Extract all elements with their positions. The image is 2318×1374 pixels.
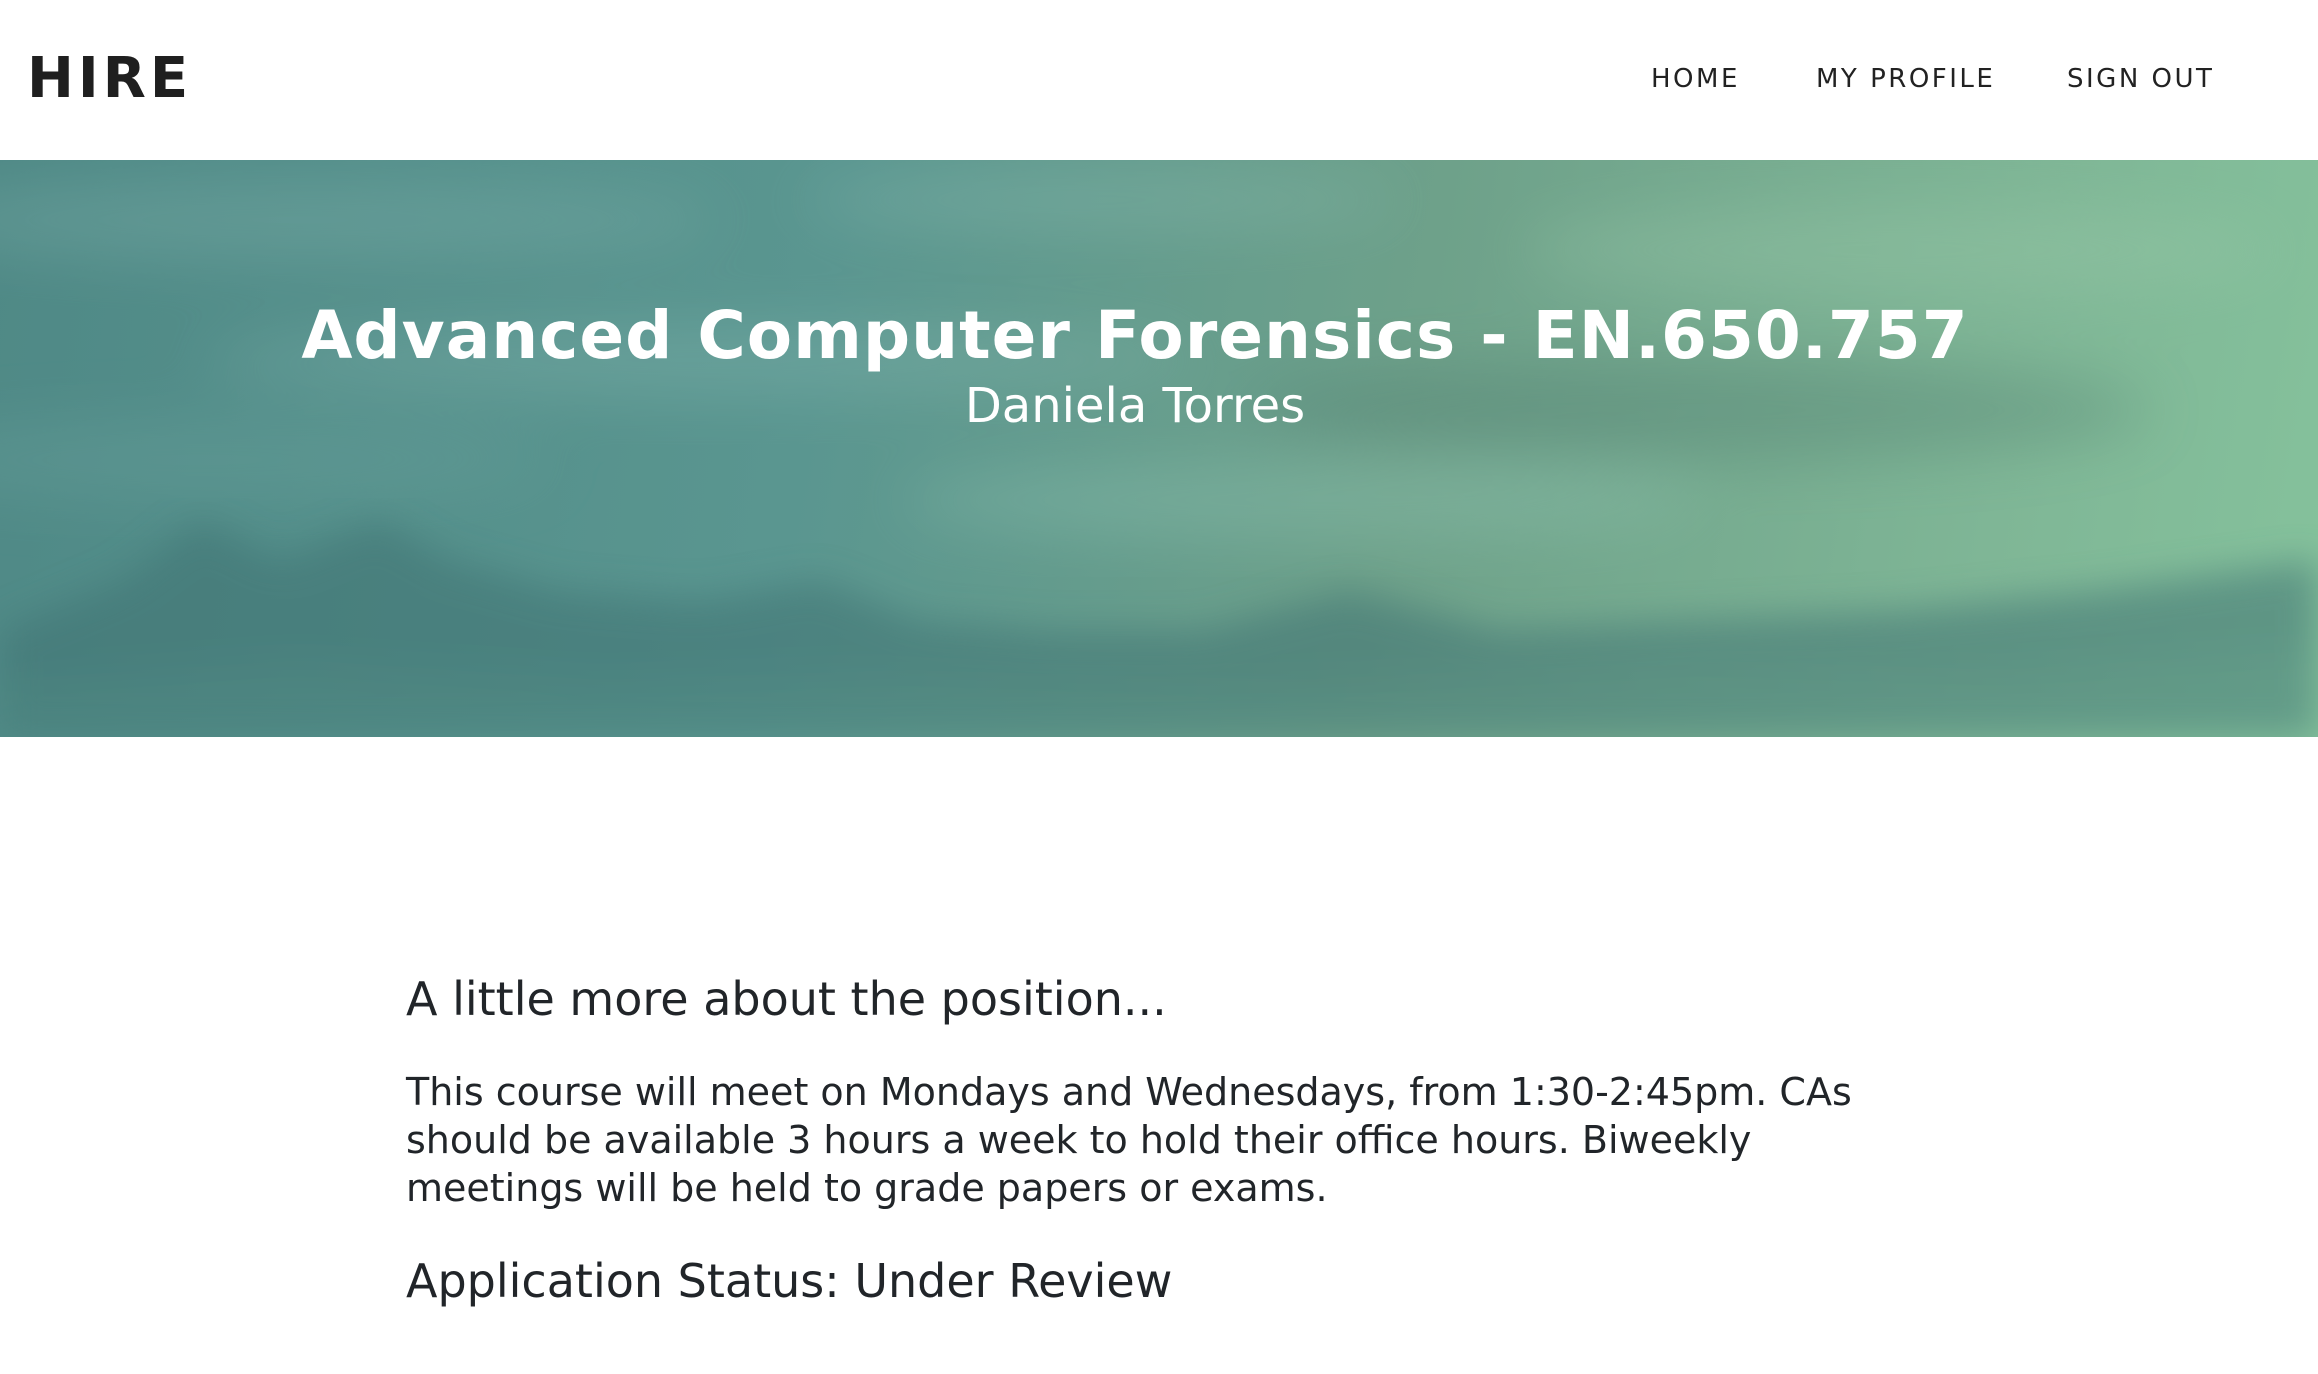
position-description: This course will meet on Mondays and Wed… bbox=[406, 1070, 1852, 1210]
course-title: Advanced Computer Forensics - EN.650.757 bbox=[301, 297, 1969, 375]
background-landscape-image bbox=[0, 170, 2318, 737]
position-heading: A little more about the position... bbox=[406, 972, 1167, 1026]
application-status: Application Status: Under Review bbox=[406, 1254, 1173, 1308]
masthead-banner: Advanced Computer Forensics - EN.650.757… bbox=[0, 160, 2318, 737]
top-navbar: HIRE HOME MY PROFILE SIGN OUT bbox=[0, 0, 2318, 160]
instructor-name: Daniela Torres bbox=[964, 378, 1306, 434]
position-details: A little more about the position... This… bbox=[406, 970, 1866, 1310]
nav-my-profile-link[interactable]: MY PROFILE bbox=[1816, 60, 1995, 98]
nav-links: HOME MY PROFILE SIGN OUT bbox=[0, 60, 2318, 100]
nav-home-link[interactable]: HOME bbox=[1651, 60, 1740, 98]
nav-sign-out-link[interactable]: SIGN OUT bbox=[2067, 60, 2214, 98]
